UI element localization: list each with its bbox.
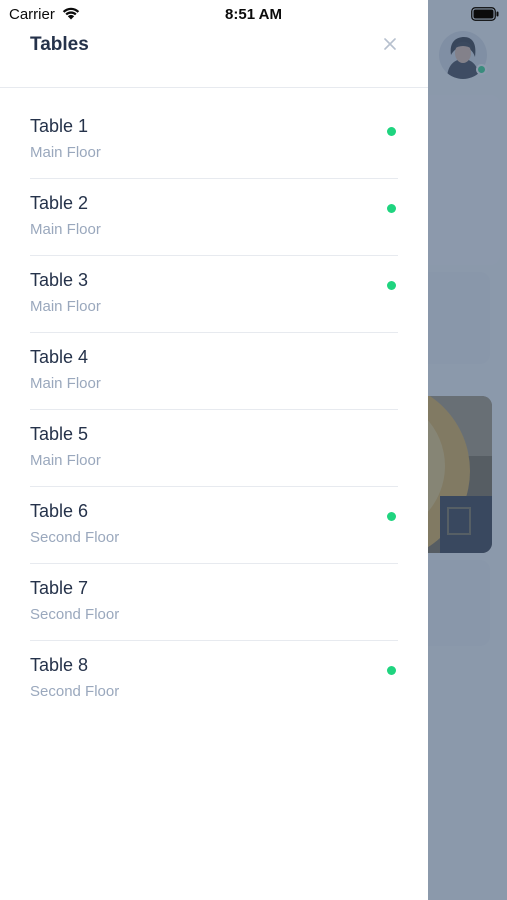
table-status-dot: [387, 281, 396, 290]
table-name: Table 8: [30, 655, 89, 675]
table-row[interactable]: Table 1 Main Floor: [30, 102, 398, 179]
table-row[interactable]: Table 3 Main Floor: [30, 256, 398, 333]
table-name: Table 2: [30, 193, 89, 213]
table-name: Table 3: [30, 270, 89, 290]
table-floor: Main Floor: [30, 452, 101, 469]
table-name: Table 4: [30, 347, 89, 367]
table-status-dot: [387, 204, 396, 213]
table-floor: Second Floor: [30, 529, 120, 546]
status-bar: Carrier 8:51 AM: [0, 0, 507, 28]
screen: Carrier 8:51 AM Tables Table 1 Main Floo…: [0, 0, 507, 900]
table-floor: Second Floor: [30, 683, 120, 700]
table-name: Table 5: [30, 424, 89, 444]
table-status-dot: [387, 127, 396, 136]
tables-drawer: Tables Table 1 Main Floor Table 2 Main Floo…: [0, 0, 428, 900]
table-list: Table 1 Main Floor Table 2 Main Floor Table …: [30, 102, 398, 718]
close-button[interactable]: [380, 34, 400, 54]
table-name: Table 6: [30, 501, 89, 521]
close-icon: [384, 38, 396, 50]
battery-icon: [471, 7, 499, 26]
table-row[interactable]: Table 6 Second Floor: [30, 487, 398, 564]
clock-time: 8:51 AM: [225, 6, 282, 23]
table-name: Table 1: [30, 116, 89, 136]
table-floor: Main Floor: [30, 375, 101, 392]
table-row[interactable]: Table 5 Main Floor: [30, 410, 398, 487]
table-row[interactable]: Table 7 Second Floor: [30, 564, 398, 641]
table-floor: Main Floor: [30, 144, 101, 161]
table-floor: Main Floor: [30, 298, 101, 315]
table-row[interactable]: Table 8 Second Floor: [30, 641, 398, 718]
table-status-dot: [387, 512, 396, 521]
table-floor: Second Floor: [30, 606, 120, 623]
table-name: Table 7: [30, 578, 89, 598]
drawer-title: Tables: [30, 34, 89, 55]
table-floor: Main Floor: [30, 221, 101, 238]
table-row[interactable]: Table 2 Main Floor: [30, 179, 398, 256]
table-row[interactable]: Table 4 Main Floor: [30, 333, 398, 410]
table-status-dot: [387, 666, 396, 675]
